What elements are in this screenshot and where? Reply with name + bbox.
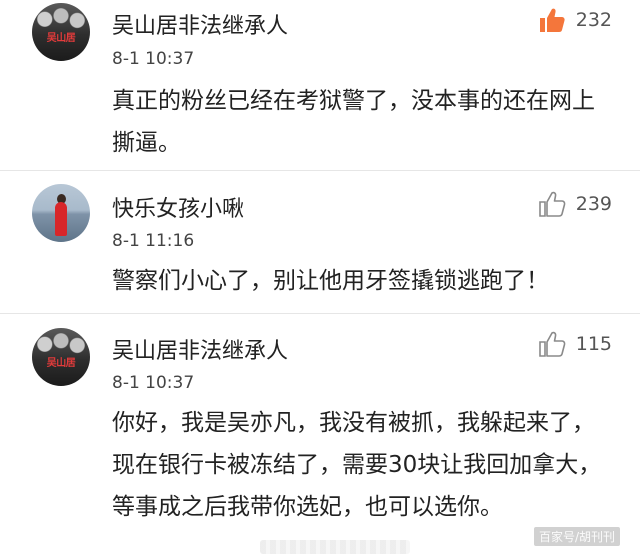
avatar[interactable]: 吴山居 bbox=[32, 328, 90, 386]
username[interactable]: 吴山居非法继承人 bbox=[112, 8, 288, 40]
watermark: 百家号/胡刊刊 bbox=[533, 527, 620, 546]
thumbs-up-icon bbox=[538, 191, 566, 217]
avatar-text: 吴山居 bbox=[46, 358, 76, 369]
comment-text: 真正的粉丝已经在考狱警了，没本事的还在网上撕逼。 bbox=[112, 88, 595, 156]
comment-time: 8-1 10:37 bbox=[112, 373, 195, 393]
avatar-text: 吴山居 bbox=[46, 33, 76, 44]
username[interactable]: 吴山居非法继承人 bbox=[112, 333, 288, 365]
comment-text: 你好，我是吴亦凡，我没有被抓，我躲起来了，现在银行卡被冻结了，需要30块让我回加… bbox=[112, 410, 602, 520]
like-button[interactable]: 232 bbox=[538, 6, 612, 34]
thumbs-up-icon bbox=[539, 8, 565, 32]
avatar[interactable]: 吴山居 bbox=[32, 3, 90, 61]
like-button[interactable]: 115 bbox=[538, 330, 612, 358]
comment-text: 警察们小心了，别让他用牙签撬锁逃跑了！ bbox=[112, 268, 549, 294]
avatar[interactable] bbox=[32, 184, 90, 242]
divider bbox=[0, 313, 640, 314]
username[interactable]: 快乐女孩小啾 bbox=[112, 191, 244, 223]
blurred-text bbox=[260, 540, 410, 554]
like-count: 239 bbox=[575, 193, 612, 215]
divider bbox=[0, 170, 640, 171]
like-count: 232 bbox=[575, 9, 612, 31]
like-button[interactable]: 239 bbox=[538, 190, 612, 218]
comment-time: 8-1 11:16 bbox=[112, 231, 195, 251]
avatar-person bbox=[55, 202, 67, 236]
like-count: 115 bbox=[575, 333, 612, 355]
thumbs-up-icon bbox=[538, 331, 566, 357]
comment-time: 8-1 10:37 bbox=[112, 49, 195, 69]
